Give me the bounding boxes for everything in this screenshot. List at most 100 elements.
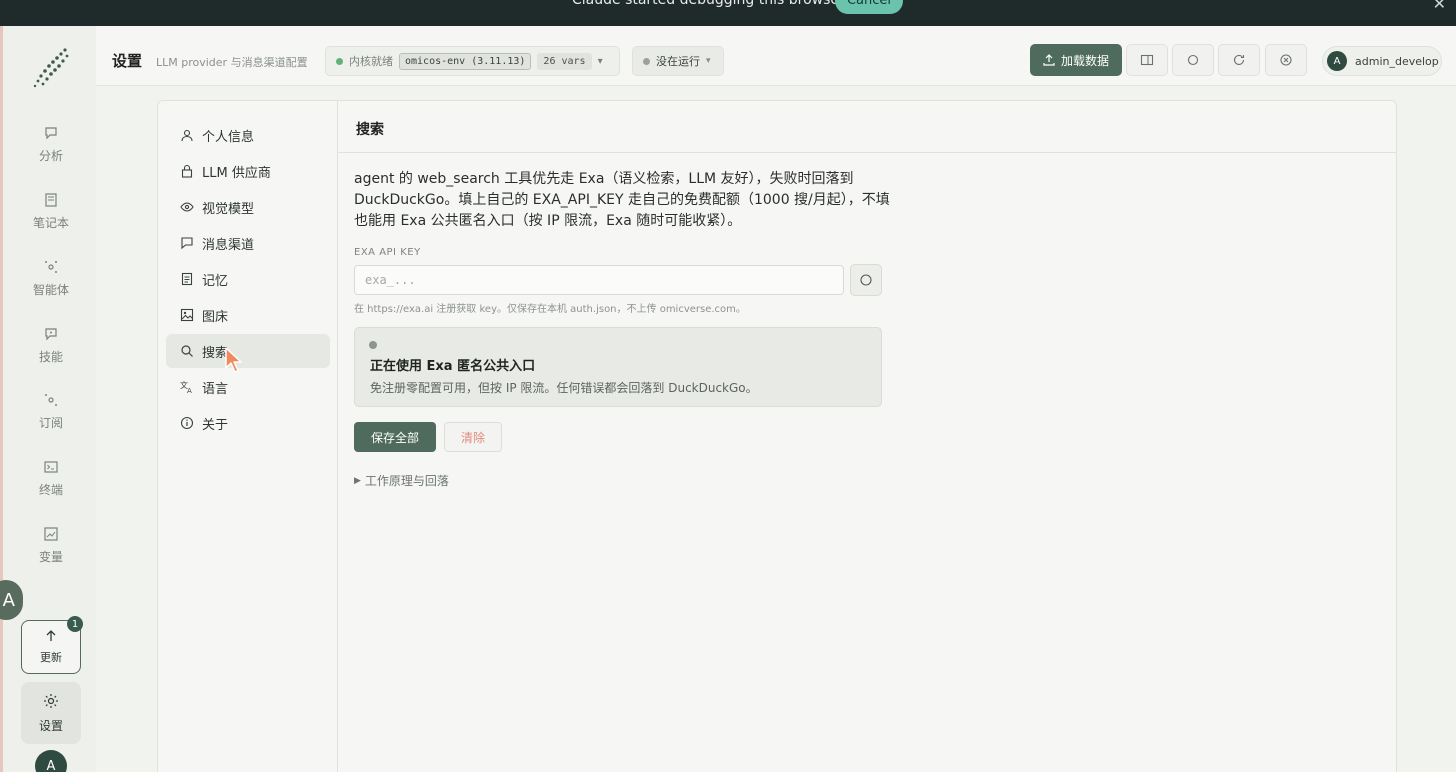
settings-nav-label: 视觉模型 xyxy=(202,201,255,217)
content-header: 搜索 xyxy=(338,101,1396,153)
settings-nav-about[interactable]: 关于 xyxy=(166,406,330,440)
user-name: admin_develop xyxy=(1355,54,1439,68)
run-status-text: 没在运行 xyxy=(656,55,700,68)
circle-icon xyxy=(860,274,872,286)
settings-nav-label: 记忆 xyxy=(202,273,229,289)
env-chip: omicos-env (3.11.13) xyxy=(399,52,532,70)
settings-nav-label: 关于 xyxy=(202,417,229,433)
nav-item-agent[interactable]: 智能体 xyxy=(15,250,87,306)
api-key-hint: 在 https://exa.ai 注册获取 key。仅保存在本机 auth.js… xyxy=(354,304,746,315)
kernel-status[interactable]: 内核就绪 omicos-env (3.11.13) 26 vars ▾ xyxy=(325,46,620,76)
terminal-icon xyxy=(44,460,58,473)
nav-item-subscription[interactable]: 订阅 xyxy=(15,383,87,439)
settings-nav-label: 消息渠道 xyxy=(202,237,255,253)
chevron-down-icon: ▾ xyxy=(597,55,603,67)
close-icon[interactable]: ✕ xyxy=(1433,0,1446,13)
image-icon xyxy=(180,308,194,322)
page-subtitle: LLM provider 与消息渠道配置 xyxy=(156,56,308,69)
section-title: 搜索 xyxy=(356,122,384,138)
eye-icon xyxy=(180,202,194,212)
close-circle-icon xyxy=(1280,54,1292,66)
notebook-icon xyxy=(45,192,57,207)
clear-button[interactable]: 清除 xyxy=(444,422,502,452)
nav-label: 分析 xyxy=(38,148,63,163)
update-count-badge: 1 xyxy=(67,616,83,632)
cancel-button[interactable]: Cancel xyxy=(835,0,903,14)
circle-icon xyxy=(1187,54,1199,66)
status-title: 正在使用 Exa 匿名公共入口 xyxy=(370,359,536,374)
nav-item-analysis[interactable]: 分析 xyxy=(15,116,87,172)
settings-nav-vision-model[interactable]: 视觉模型 xyxy=(166,190,330,224)
agent-icon xyxy=(45,260,57,273)
circle-button[interactable] xyxy=(1172,44,1214,76)
status-description: 免注册零配置可用，但按 IP 限流。任何错误都会回落到 DuckDuckGo。 xyxy=(370,381,758,395)
stop-button[interactable] xyxy=(1265,44,1307,76)
toggle-visibility-button[interactable] xyxy=(850,264,882,296)
memory-icon xyxy=(181,272,193,286)
settings-nav-llm-provider[interactable]: LLM 供应商 xyxy=(166,154,330,188)
nav-label: 智能体 xyxy=(32,282,69,297)
page-title: 设置 xyxy=(112,52,143,70)
variables-icon xyxy=(44,526,58,541)
settings-label: 设置 xyxy=(38,718,63,733)
settings-nav-profile[interactable]: 个人信息 xyxy=(166,118,330,152)
search-description: agent 的 web_search 工具优先走 Exa（语义检索，LLM 友好… xyxy=(354,171,890,229)
nav-item-variables[interactable]: 变量 xyxy=(15,517,87,573)
left-nav: 分析 笔记本 智能体 技能 订阅 终端 变量 A 更新 1 设置 A xyxy=(0,26,96,772)
logo-icon[interactable] xyxy=(31,46,75,90)
sidebar-panel-icon xyxy=(1140,54,1154,66)
load-data-button[interactable]: 加载数据 xyxy=(1030,44,1122,76)
translate-icon: 文A xyxy=(180,380,192,394)
settings-panel: 个人信息 LLM 供应商 视觉模型 消息渠道 记忆 图床 搜索 文A 语言 关于… xyxy=(157,100,1397,772)
load-data-label: 加载数据 xyxy=(1060,53,1109,68)
avatar[interactable]: A xyxy=(35,750,67,772)
nav-item-skill[interactable]: 技能 xyxy=(15,317,87,373)
arrow-up-icon xyxy=(46,630,56,641)
status-dot-icon xyxy=(643,57,650,65)
lock-icon xyxy=(181,164,193,178)
search-icon xyxy=(181,345,193,357)
settings-nav-label: 个人信息 xyxy=(202,129,255,145)
refresh-button[interactable] xyxy=(1218,44,1260,76)
settings-nav-language[interactable]: 文A 语言 xyxy=(166,370,330,404)
how-it-works-toggle[interactable]: ▶ 工作原理与回落 xyxy=(354,472,449,489)
avatar: A xyxy=(1327,51,1347,71)
language-bubble[interactable]: A xyxy=(0,580,23,620)
settings-nav-memory[interactable]: 记忆 xyxy=(166,262,330,296)
upload-icon xyxy=(1043,54,1055,66)
settings-nav-image-host[interactable]: 图床 xyxy=(166,298,330,332)
api-key-label: EXA API KEY xyxy=(354,247,421,258)
settings-sidebar: 个人信息 LLM 供应商 视觉模型 消息渠道 记忆 图床 搜索 文A 语言 关于 xyxy=(158,101,338,772)
search-status-card: 正在使用 Exa 匿名公共入口 免注册零配置可用，但按 IP 限流。任何错误都会… xyxy=(354,327,882,407)
settings-nav-search[interactable]: 搜索 xyxy=(166,334,330,368)
settings-nav-label: LLM 供应商 xyxy=(202,165,271,181)
nav-item-terminal[interactable]: 终端 xyxy=(15,450,87,506)
sun-gear-icon xyxy=(44,693,58,708)
chevron-down-icon: ▾ xyxy=(706,56,711,66)
panel-toggle-button[interactable] xyxy=(1126,44,1168,76)
mouse-cursor-icon xyxy=(225,347,242,373)
status-dot-icon xyxy=(369,341,377,349)
page-header: 设置 LLM provider 与消息渠道配置 内核就绪 omicos-env … xyxy=(96,26,1456,86)
kernel-status-text: 内核就绪 xyxy=(349,55,393,68)
banner-message: Claude started debugging this browser xyxy=(572,0,845,8)
chat-icon xyxy=(45,126,57,139)
user-menu[interactable]: A admin_develop xyxy=(1322,46,1442,76)
info-icon xyxy=(180,416,194,430)
update-label: 更新 xyxy=(40,651,62,664)
save-all-button[interactable]: 保存全部 xyxy=(354,422,436,452)
settings-nav-message-channel[interactable]: 消息渠道 xyxy=(166,226,330,260)
nav-label: 笔记本 xyxy=(32,215,69,230)
user-icon xyxy=(181,129,193,142)
nav-label: 订阅 xyxy=(38,415,63,430)
exa-api-key-input[interactable] xyxy=(354,265,844,295)
nav-item-settings[interactable]: 设置 xyxy=(21,682,81,744)
debug-banner: Claude started debugging this browser Ca… xyxy=(0,0,1456,26)
run-status[interactable]: 没在运行 ▾ xyxy=(632,46,724,76)
subscription-icon xyxy=(45,393,57,406)
nav-item-notebook[interactable]: 笔记本 xyxy=(15,183,87,239)
svg-text:A: A xyxy=(187,387,192,394)
nav-label: 终端 xyxy=(38,482,63,497)
status-dot-icon xyxy=(336,57,343,65)
settings-nav-label: 图床 xyxy=(202,309,229,325)
